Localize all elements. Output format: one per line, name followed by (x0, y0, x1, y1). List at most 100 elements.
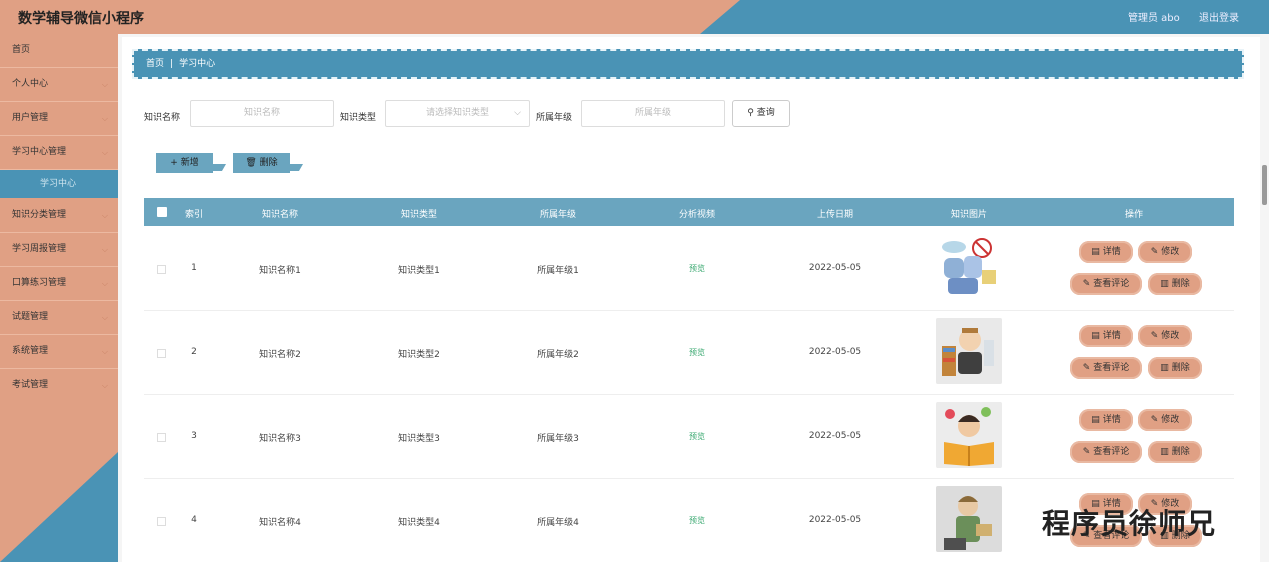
grade-filter-input[interactable]: 所属年级 (581, 100, 725, 127)
sidebar-item-system[interactable]: 系统管理 ⌵ (0, 335, 118, 369)
pencil-icon: ✎ (1150, 331, 1159, 341)
sidebar: 首页 个人中心 ⌵ 用户管理 ⌵ 学习中心管理 ⌵ 学习中心 知识分类管理 ⌵ 学习周报… (0, 34, 118, 562)
sidebar-item-label: 学习中心管理 (12, 147, 67, 157)
sidebar-item-categories[interactable]: 知识分类管理 ⌵ (0, 199, 118, 233)
row-index: 1 (191, 263, 197, 273)
video-preview-link[interactable]: 预览 (689, 347, 705, 358)
search-button[interactable]: ⚲ 查询 (732, 100, 790, 127)
add-button-label: 新增 (180, 158, 199, 168)
trash-icon: ▥ (1160, 279, 1169, 289)
breadcrumb-separator: | (170, 59, 174, 69)
detail-button[interactable]: ▤ 详情 (1079, 409, 1133, 431)
add-button[interactable]: + 新增 (156, 153, 213, 173)
chevron-down-icon: ⌵ (101, 211, 108, 220)
select-all-checkbox[interactable] (157, 207, 167, 217)
sidebar-item-home[interactable]: 首页 (0, 34, 118, 68)
knowledge-image[interactable] (936, 402, 1002, 468)
pencil-icon: ✎ (1082, 279, 1091, 289)
sidebar-item-personal[interactable]: 个人中心 ⌵ (0, 68, 118, 102)
row-checkbox[interactable] (157, 349, 166, 358)
table-row: 1 知识名称1 知识类型1 所属年级1 预览 2022-05-05 ▤ 详情 ✎ 修… (144, 227, 1234, 311)
trash-icon: ▥ (1160, 447, 1169, 457)
view-comments-button[interactable]: ✎ 查看评论 (1070, 273, 1142, 295)
page-scrollbar[interactable] (1262, 165, 1267, 205)
edit-button[interactable]: ✎ 修改 (1138, 409, 1192, 431)
video-preview-link[interactable]: 预览 (689, 515, 705, 526)
sidebar-item-questions[interactable]: 试题管理 ⌵ (0, 301, 118, 335)
row-index: 3 (191, 431, 197, 441)
reading-child-illustration-icon (936, 402, 1002, 468)
sidebar-item-mental-math[interactable]: 口算练习管理 ⌵ (0, 267, 118, 301)
delete-row-button[interactable]: ▥ 删除 (1148, 273, 1202, 295)
name-filter-input[interactable]: 知识名称 (190, 100, 334, 127)
document-icon: ▤ (1091, 247, 1100, 257)
sidebar-item-label: 首页 (12, 45, 31, 55)
edit-label: 修改 (1161, 415, 1180, 425)
row-grade: 所属年级1 (537, 266, 579, 276)
breadcrumb-home[interactable]: 首页 (146, 59, 164, 69)
chevron-down-icon: ⌵ (101, 313, 108, 322)
header-grade: 所属年级 (539, 210, 577, 220)
top-header: 数学辅导微信小程序 管理员 abo 退出登录 (0, 0, 1269, 34)
header-actions: 操作 (1124, 210, 1144, 220)
sidebar-item-exams[interactable]: 考试管理 ⌵ (0, 369, 118, 403)
detail-label: 详情 (1102, 415, 1121, 425)
edit-button[interactable]: ✎ 修改 (1138, 325, 1192, 347)
row-checkbox[interactable] (157, 265, 166, 274)
edit-button[interactable]: ✎ 修改 (1138, 241, 1192, 263)
row-index: 2 (191, 347, 197, 357)
header-name: 知识名称 (261, 210, 299, 220)
watermark-text: 程序员徐师兄 (1042, 507, 1217, 540)
header-video: 分析视频 (678, 210, 716, 220)
search-button-label: 查询 (756, 108, 775, 118)
knowledge-image[interactable] (936, 486, 1002, 552)
trash-icon: 🗑︎ (245, 158, 257, 168)
sidebar-subitem-learning-center[interactable]: 学习中心 (0, 170, 118, 198)
row-checkbox[interactable] (157, 433, 166, 442)
robot-illustration-icon (942, 238, 996, 294)
sidebar-item-label: 知识分类管理 (12, 210, 67, 220)
knowledge-image[interactable] (936, 234, 1002, 300)
delete-row-button[interactable]: ▥ 删除 (1148, 441, 1202, 463)
document-icon: ▤ (1091, 331, 1100, 341)
row-name: 知识名称2 (259, 350, 301, 360)
row-grade: 所属年级4 (537, 518, 579, 528)
table-header: 索引 知识名称 知识类型 所属年级 分析视频 上传日期 知识图片 操作 (144, 198, 1234, 226)
row-checkbox[interactable] (157, 517, 166, 526)
view-comments-button[interactable]: ✎ 查看评论 (1070, 441, 1142, 463)
sidebar-item-weekly[interactable]: 学习周报管理 ⌵ (0, 233, 118, 267)
edit-label: 修改 (1161, 247, 1180, 257)
grade-filter-label: 所属年级 (536, 113, 573, 123)
table-row: 3 知识名称3 知识类型3 所属年级3 预览 2022-05-05 ▤ 详情 ✎ 修… (144, 395, 1234, 479)
logout-link[interactable]: 退出登录 (1199, 9, 1239, 24)
delete-row-button[interactable]: ▥ 删除 (1148, 357, 1202, 379)
type-filter-placeholder: 请选择知识类型 (425, 108, 489, 118)
knowledge-image[interactable] (936, 318, 1002, 384)
detail-button[interactable]: ▤ 详情 (1079, 325, 1133, 347)
sidebar-item-label: 用户管理 (12, 113, 49, 123)
view-comments-label: 查看评论 (1093, 363, 1130, 373)
sidebar-item-users[interactable]: 用户管理 ⌵ (0, 102, 118, 136)
batch-delete-button[interactable]: 🗑︎ 删除 (233, 153, 290, 173)
table-row: 2 知识名称2 知识类型2 所属年级2 预览 2022-05-05 ▤ 详情 ✎ 修… (144, 311, 1234, 395)
sidebar-item-label: 试题管理 (12, 312, 49, 322)
chevron-down-icon: ⌵ (101, 245, 108, 254)
chevron-down-icon: ⌵ (101, 80, 108, 89)
chevron-down-icon: ⌵ (101, 279, 108, 288)
type-filter-select[interactable]: 请选择知识类型 ⌵ (385, 100, 530, 127)
teacher-illustration-icon (936, 486, 1002, 552)
pencil-icon: ✎ (1150, 247, 1159, 257)
detail-label: 详情 (1102, 247, 1121, 257)
row-date: 2022-05-05 (808, 431, 862, 441)
sidebar-item-learning[interactable]: 学习中心管理 ⌵ (0, 136, 118, 170)
breadcrumb: 首页 | 学习中心 (132, 49, 1244, 79)
view-comments-button[interactable]: ✎ 查看评论 (1070, 357, 1142, 379)
video-preview-link[interactable]: 预览 (689, 431, 705, 442)
delete-row-label: 删除 (1171, 363, 1190, 373)
pencil-icon: ✎ (1082, 363, 1091, 373)
detail-button[interactable]: ▤ 详情 (1079, 241, 1133, 263)
header-type: 知识类型 (400, 210, 438, 220)
row-date: 2022-05-05 (808, 347, 862, 357)
pencil-icon: ✎ (1150, 415, 1159, 425)
video-preview-link[interactable]: 预览 (689, 263, 705, 274)
